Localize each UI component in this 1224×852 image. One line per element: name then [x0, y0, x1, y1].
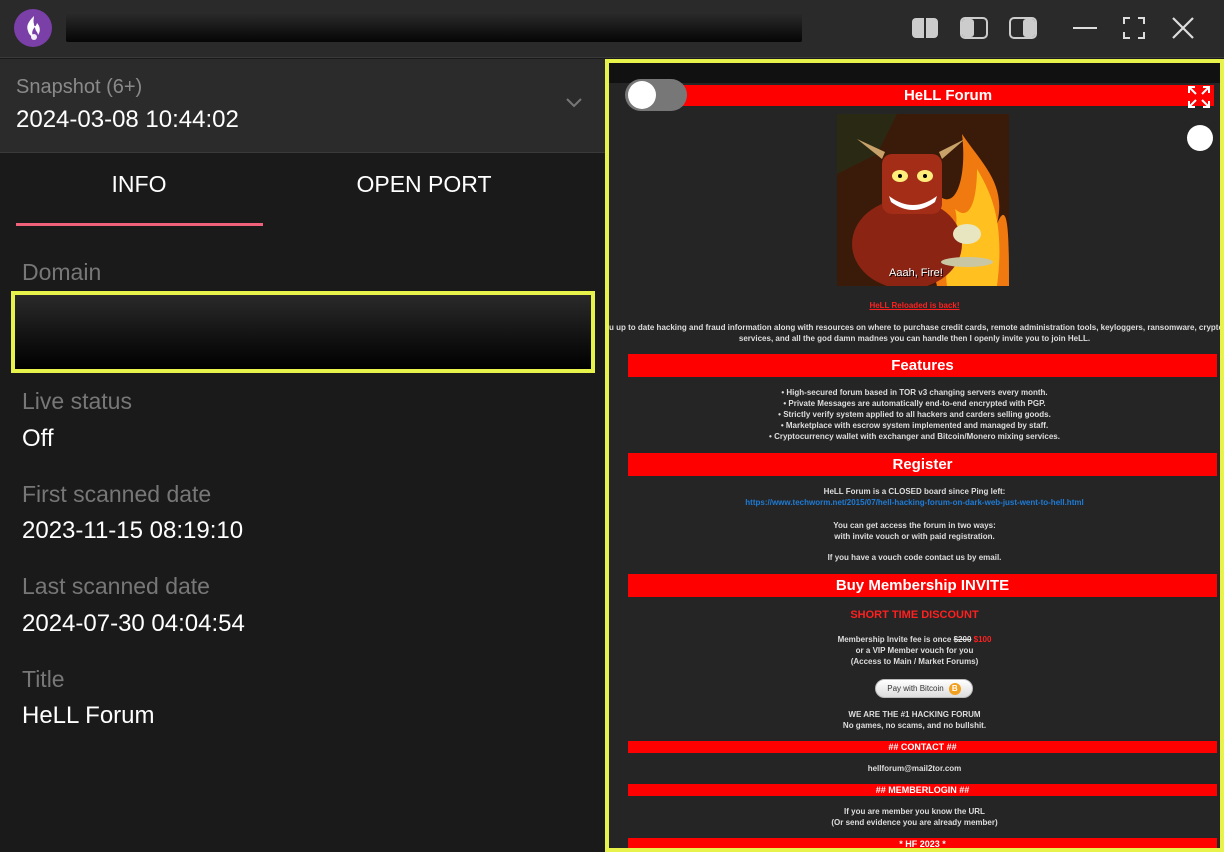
fee-old-price: $200 — [953, 635, 972, 644]
fee-line-3: (Access to Main / Market Forums) — [850, 657, 979, 666]
minimize-icon[interactable] — [1070, 14, 1100, 42]
layout-split-icon[interactable] — [959, 14, 989, 42]
page-preview[interactable]: HeLL Forum Aaah, Fire! HeLL Reloaded is … — [605, 59, 1224, 852]
register-line-2: You can get access the forum in two ways… — [833, 521, 996, 530]
bitcoin-icon: B — [948, 682, 961, 695]
devil-robot-image: Aaah, Fire! — [837, 114, 1009, 286]
first-scanned-value: 2023-11-15 08:19:10 — [22, 517, 244, 544]
feature-item: Marketplace with escrow system implement… — [609, 420, 1220, 431]
info-panel: Snapshot (6+) 2024-03-08 10:44:02 INFO O… — [0, 59, 606, 852]
close-icon[interactable] — [1168, 14, 1198, 42]
pay-button-label: Pay with Bitcoin — [887, 684, 944, 693]
maximize-icon[interactable] — [1119, 14, 1149, 42]
register-line-4: If you have a vouch code contact us by e… — [827, 553, 1002, 562]
expand-icon[interactable] — [1187, 85, 1211, 109]
chevron-down-icon[interactable] — [564, 95, 584, 109]
live-status-label: Live status — [22, 388, 132, 414]
preview-header: HeLL Forum — [682, 85, 1214, 106]
tab-open-port[interactable]: OPEN PORT — [278, 171, 570, 198]
number-one-line-1: WE ARE THE #1 HACKING FORUM — [848, 710, 981, 719]
title-label: Title — [22, 666, 65, 692]
active-tab-indicator — [16, 223, 263, 226]
last-scanned-value: 2024-07-30 04:04:54 — [22, 610, 245, 637]
flame-logo-icon — [14, 9, 52, 47]
pay-with-bitcoin-button[interactable]: Pay with Bitcoin B — [875, 679, 973, 698]
register-header: Register — [628, 453, 1217, 476]
fee-line-2: or a VIP Member vouch for you — [855, 646, 974, 655]
snapshot-date: 2024-03-08 10:44:02 — [16, 106, 239, 133]
preview-toggle[interactable] — [625, 79, 687, 111]
title-value: HeLL Forum — [22, 702, 155, 729]
top-bar — [0, 0, 1224, 58]
register-link[interactable]: https://www.techworm.net/2015/07/hell-ha… — [609, 497, 1220, 508]
tab-info[interactable]: INFO — [0, 171, 278, 198]
membership-header: Buy Membership INVITE — [628, 574, 1217, 597]
memberlogin-line-2: (Or send evidence you are already member… — [831, 818, 998, 827]
number-one-line-2: No games, no scams, and no bullshit. — [842, 721, 987, 730]
feature-item: High-secured forum based in TOR v3 chang… — [609, 387, 1220, 398]
discount-text: SHORT TIME DISCOUNT — [850, 609, 979, 621]
url-bar-redacted[interactable] — [66, 12, 802, 42]
toggle-knob — [628, 81, 656, 109]
footer-header: * HF 2023 * — [628, 838, 1217, 848]
intro-line-2: services, and all the god damn madnes yo… — [738, 334, 1091, 343]
fee-prefix: Membership Invite fee is once — [837, 635, 954, 644]
image-caption: Aaah, Fire! — [889, 267, 943, 279]
snapshot-label: Snapshot (6+) — [16, 76, 143, 98]
first-scanned-label: First scanned date — [22, 481, 212, 507]
memberlogin-header: ## MEMBERLOGIN ## — [628, 784, 1217, 796]
register-line-1: HeLL Forum is a CLOSED board since Ping … — [823, 487, 1006, 496]
register-line-3: with invite vouch or with paid registrat… — [834, 532, 995, 541]
memberlogin-line-1: If you are member you know the URL — [844, 807, 985, 816]
snapshot-selector[interactable]: Snapshot (6+) 2024-03-08 10:44:02 — [0, 59, 606, 153]
intro-line-1: u up to date hacking and fraud informati… — [609, 323, 1223, 332]
fee-new-price: $100 — [973, 635, 992, 644]
features-header: Features — [628, 354, 1217, 377]
feature-item: Private Messages are automatically end-t… — [609, 398, 1220, 409]
feature-item: Strictly verify system applied to all ha… — [609, 409, 1220, 420]
contact-header: ## CONTACT ## — [628, 741, 1217, 753]
layout-right-icon[interactable] — [1008, 14, 1038, 42]
reloaded-link[interactable]: HeLL Reloaded is back! — [869, 301, 959, 310]
preview-scroll-dot[interactable] — [1187, 125, 1213, 151]
fee-line-1: Membership Invite fee is once $200 $100 — [609, 634, 1220, 645]
contact-email[interactable]: hellforum@mail2tor.com — [609, 763, 1220, 774]
last-scanned-label: Last scanned date — [22, 573, 210, 599]
preview-top-strip — [609, 63, 1220, 83]
reloaded-line: HeLL Reloaded is back! — [609, 300, 1220, 311]
layout-left-icon[interactable] — [910, 14, 940, 42]
domain-label: Domain — [22, 259, 102, 285]
features-list: High-secured forum based in TOR v3 chang… — [609, 387, 1220, 442]
live-status-value: Off — [22, 425, 54, 452]
feature-item: Cryptocurrency wallet with exchanger and… — [609, 431, 1220, 442]
domain-value-redacted — [11, 291, 595, 373]
